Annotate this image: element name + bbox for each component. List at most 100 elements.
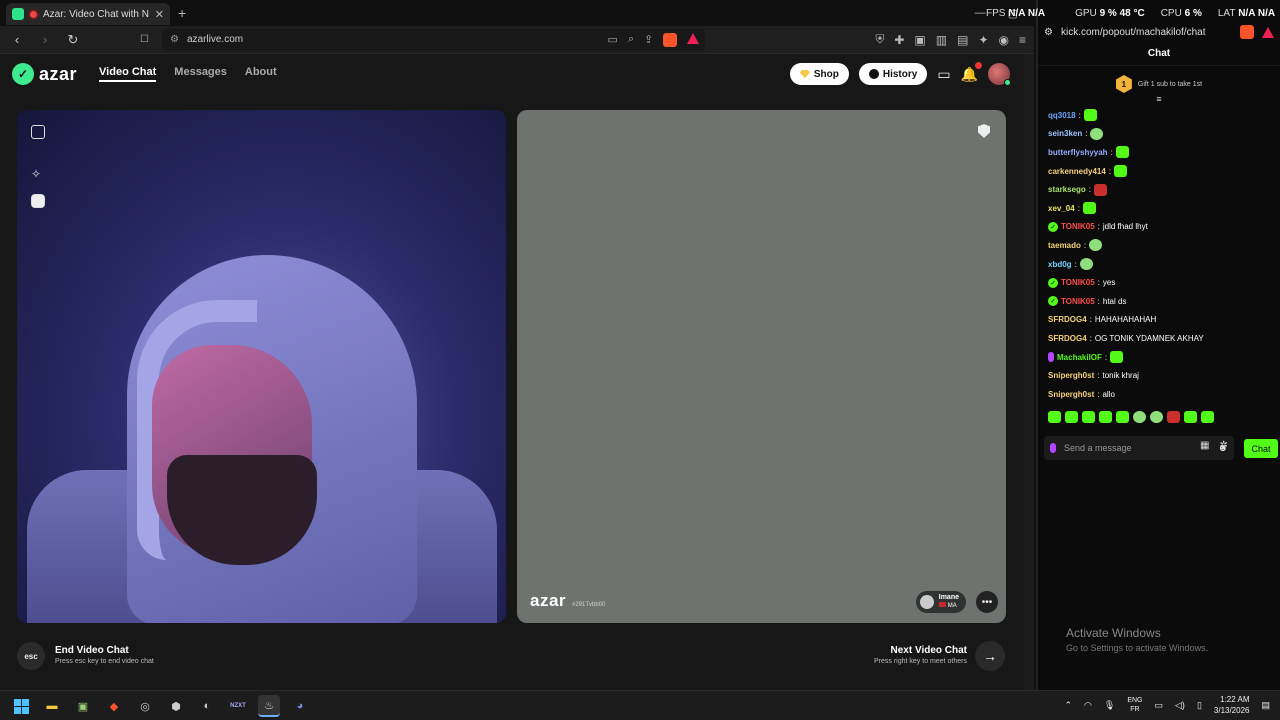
tab-azar[interactable]: Azar: Video Chat with New Pe ✕ xyxy=(6,3,170,25)
chat-text: htal ds xyxy=(1102,296,1127,306)
site-info-icon[interactable]: ⚙ xyxy=(170,34,179,45)
notification-bell-icon[interactable]: 🔔 xyxy=(961,61,982,83)
chat-username[interactable]: starksego xyxy=(1048,185,1086,194)
chat-username[interactable]: carkennedy414 xyxy=(1048,167,1106,176)
share-icon[interactable]: ⇪ xyxy=(644,33,653,47)
quick-emote-icon[interactable] xyxy=(1048,410,1061,423)
brave-shields-icon[interactable] xyxy=(663,32,678,47)
taskbar: ▬ ▣ ◆ ◎ ⬢ ◐ NZXT ♨ ◕ ⌃ ◠ 🎙 ENG FR ▭ ◁) ▯… xyxy=(0,690,1280,720)
extensions-icon[interactable]: ✚ xyxy=(894,33,904,47)
quick-emote-icon[interactable] xyxy=(1184,410,1197,423)
send-chat-button[interactable]: Chat xyxy=(1244,439,1278,458)
app-g-icon[interactable]: ◐ xyxy=(196,695,218,717)
quick-emote-icon[interactable] xyxy=(1082,410,1095,423)
quick-emote-icon[interactable] xyxy=(1133,410,1146,423)
inbox-icon[interactable]: ▭ xyxy=(937,66,950,83)
chat-username[interactable]: SFRDOG4 xyxy=(1048,315,1087,324)
chat-username[interactable]: xev_04 xyxy=(1048,204,1075,213)
expand-icon[interactable] xyxy=(31,125,45,139)
microphone-icon[interactable]: 🎙 xyxy=(1104,700,1115,711)
file-explorer-icon[interactable]: ▬ xyxy=(41,695,63,717)
quick-emote-icon[interactable] xyxy=(1099,410,1112,423)
user-avatar[interactable] xyxy=(988,63,1011,86)
quick-emote-icon[interactable] xyxy=(1167,410,1180,423)
chat-username[interactable]: Snipergh0st xyxy=(1048,371,1094,380)
chat-separator: : xyxy=(1097,222,1100,232)
quick-emote-icon[interactable] xyxy=(1201,410,1214,423)
chat-username[interactable]: qq3018 xyxy=(1048,111,1076,120)
tray-overflow-icon[interactable]: ⌃ xyxy=(1064,700,1072,711)
zoom-icon[interactable]: ⌕ xyxy=(628,33,634,47)
quick-emote-icon[interactable] xyxy=(1116,410,1129,423)
azar-logo[interactable]: ✓ azar xyxy=(12,63,77,85)
language-indicator[interactable]: ENG FR xyxy=(1127,696,1142,714)
start-button[interactable] xyxy=(10,695,32,717)
nzxt-icon[interactable]: NZXT xyxy=(227,695,249,717)
app-hex-icon[interactable]: ⬢ xyxy=(165,695,187,717)
vpn-icon[interactable]: ◉ xyxy=(999,33,1009,47)
chat-username[interactable]: butterflyshyyah xyxy=(1048,148,1108,157)
peer-chat-icon[interactable]: ••• xyxy=(976,591,998,613)
history-button[interactable]: History xyxy=(858,63,928,85)
shop-button[interactable]: Shop xyxy=(789,63,849,85)
quick-emote-icon[interactable] xyxy=(1065,410,1078,423)
chat-username[interactable]: xbd0g xyxy=(1048,260,1072,269)
brave-browser-icon[interactable]: ◆ xyxy=(103,695,125,717)
minimize-icon[interactable]: — xyxy=(975,7,986,19)
volume-icon[interactable]: ◁) xyxy=(1175,700,1185,711)
leo-icon[interactable]: ✦ xyxy=(978,33,988,47)
chat-username[interactable]: TONIK05 xyxy=(1061,278,1095,287)
chat-username[interactable]: MachakilOF xyxy=(1057,353,1102,362)
chat-username[interactable]: SFRDOG4 xyxy=(1048,334,1087,343)
new-tab-button[interactable]: + xyxy=(178,5,186,21)
sidebar-icon[interactable]: ▥ xyxy=(936,33,947,47)
store-app-icon[interactable]: ▣ xyxy=(72,695,94,717)
tab-bar: Azar: Video Chat with New Pe ✕ + — ▢ xyxy=(0,0,1034,26)
obs-icon[interactable]: ◎ xyxy=(134,695,156,717)
store-icon[interactable]: ▦ xyxy=(1200,440,1209,451)
discord-icon[interactable]: ◕ xyxy=(289,695,311,717)
gift-sub-banner[interactable]: 1 Gift 1 sub to take 1st xyxy=(1038,72,1280,96)
steam-icon[interactable]: ♨ xyxy=(258,695,280,717)
chat-settings-icon[interactable]: ✲ xyxy=(1219,440,1227,451)
end-chat-button[interactable]: esc xyxy=(17,642,45,670)
shield-icon[interactable]: ⛨ xyxy=(875,32,884,47)
magic-wand-icon[interactable]: ✧ xyxy=(31,167,45,181)
wallet-icon[interactable]: ▤ xyxy=(957,33,968,47)
chat-username[interactable]: Snipergh0st xyxy=(1048,390,1094,399)
clock[interactable]: 1:22 AM 3/13/2026 xyxy=(1214,694,1250,716)
page-scrollbar[interactable] xyxy=(1024,54,1034,690)
kick-brave-shields-icon[interactable] xyxy=(1240,25,1254,39)
cast-icon[interactable]: ▭ xyxy=(608,33,618,47)
next-chat-button[interactable]: → xyxy=(975,641,1005,671)
sticker-icon[interactable] xyxy=(31,194,45,208)
forward-icon[interactable]: › xyxy=(36,32,54,47)
battery-icon[interactable]: ▯ xyxy=(1197,700,1202,711)
url-field[interactable]: ☐ ⚙ azarlive.com ▭ ⌕ ⇪ xyxy=(140,28,706,51)
kick-rewards-icon[interactable] xyxy=(1262,26,1274,38)
nav-video-chat[interactable]: Video Chat xyxy=(99,66,157,82)
network-icon[interactable]: ▭ xyxy=(1155,700,1164,711)
pinned-toggle-icon[interactable]: ≡ xyxy=(1038,94,1280,106)
screenshot-icon[interactable]: ▣ xyxy=(914,33,925,47)
brave-rewards-icon[interactable] xyxy=(687,32,700,44)
nav-about[interactable]: About xyxy=(245,66,277,82)
back-icon[interactable]: ‹ xyxy=(8,32,26,47)
notifications-icon[interactable]: ▤ xyxy=(1261,700,1270,711)
wifi-icon[interactable]: ◠ xyxy=(1084,700,1092,711)
nav-messages[interactable]: Messages xyxy=(174,66,227,82)
bookmark-icon[interactable]: ☐ xyxy=(140,34,149,45)
report-shield-icon[interactable] xyxy=(978,124,990,138)
chat-username[interactable]: TONIK05 xyxy=(1061,297,1095,306)
peer-profile-chip[interactable]: Imane MA xyxy=(915,591,966,613)
site-settings-icon[interactable]: ⚙ xyxy=(1044,27,1053,38)
quick-emote-icon[interactable] xyxy=(1150,410,1163,423)
chat-username[interactable]: taemado xyxy=(1048,241,1081,250)
chat-username[interactable]: sein3ken xyxy=(1048,129,1082,138)
reload-icon[interactable]: ↻ xyxy=(64,32,82,48)
chat-username[interactable]: TONIK05 xyxy=(1061,222,1095,231)
menu-icon[interactable]: ≡ xyxy=(1019,33,1026,47)
close-tab-icon[interactable]: ✕ xyxy=(155,8,164,21)
end-chat-title: End Video Chat xyxy=(55,645,129,656)
kick-url[interactable]: kick.com/popout/machakilof/chat xyxy=(1061,27,1232,38)
